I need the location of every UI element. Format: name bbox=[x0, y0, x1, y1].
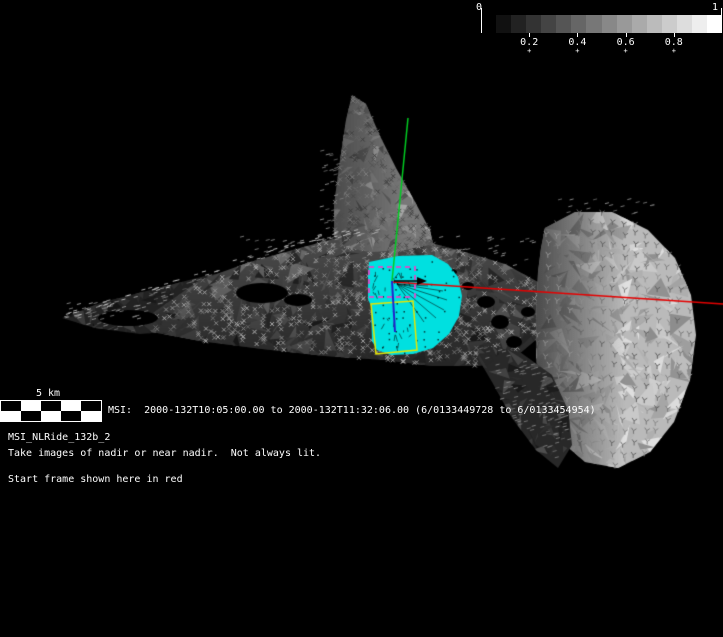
colorbar: 0 1 0.2 +0.4 +0.6 +0.8 + bbox=[0, 0, 723, 55]
colorbar-min-tickline bbox=[481, 8, 482, 33]
colorbar-segment bbox=[601, 15, 617, 33]
asteroid-3d-view[interactable] bbox=[0, 0, 723, 637]
scalebar-cell bbox=[1, 411, 21, 421]
scalebar-cell bbox=[1, 401, 21, 411]
colorbar-segment bbox=[676, 15, 692, 33]
colorbar-segment bbox=[526, 15, 542, 33]
scalebar-cell bbox=[41, 401, 61, 411]
colorbar-minor-tick: + bbox=[575, 47, 580, 55]
visualization-window: 0 1 0.2 +0.4 +0.6 +0.8 + 5 km MSI: 2000-132T… bbox=[0, 0, 723, 637]
colorbar-segment bbox=[481, 15, 497, 33]
status-line: MSI: 2000-132T10:05:00.00 to 2000-132T11… bbox=[108, 405, 596, 416]
scalebar-cell bbox=[61, 401, 81, 411]
scalebar-cell bbox=[41, 411, 61, 421]
colorbar-segment bbox=[631, 15, 647, 33]
scalebar-cell bbox=[81, 411, 101, 421]
scalebar-cell bbox=[21, 411, 41, 421]
colorbar-gradient bbox=[481, 15, 722, 33]
colorbar-segment bbox=[496, 15, 512, 33]
colorbar-segment bbox=[571, 15, 587, 33]
start-frame-note: Start frame shown here in red bbox=[8, 474, 183, 485]
colorbar-max-tickline bbox=[721, 8, 722, 33]
sequence-name: MSI_NLRide_132b_2 bbox=[8, 432, 111, 443]
colorbar-segment bbox=[556, 15, 572, 33]
colorbar-segment bbox=[706, 15, 722, 33]
scalebar-cell bbox=[61, 411, 81, 421]
scalebar-cell bbox=[81, 401, 101, 411]
colorbar-minor-tick: + bbox=[623, 47, 628, 55]
colorbar-segment bbox=[691, 15, 707, 33]
scalebar-cell bbox=[21, 401, 41, 411]
colorbar-segment bbox=[616, 15, 632, 33]
colorbar-minor-tick: + bbox=[527, 47, 532, 55]
colorbar-segment bbox=[511, 15, 527, 33]
colorbar-max-label: 1 bbox=[712, 2, 719, 13]
colorbar-segment bbox=[661, 15, 677, 33]
colorbar-segment bbox=[541, 15, 557, 33]
scalebar-label: 5 km bbox=[36, 388, 61, 399]
colorbar-segment bbox=[646, 15, 662, 33]
colorbar-segment bbox=[586, 15, 602, 33]
colorbar-minor-tick: + bbox=[671, 47, 676, 55]
scalebar bbox=[0, 400, 102, 422]
sequence-description: Take images of nadir or near nadir. Not … bbox=[8, 448, 322, 459]
